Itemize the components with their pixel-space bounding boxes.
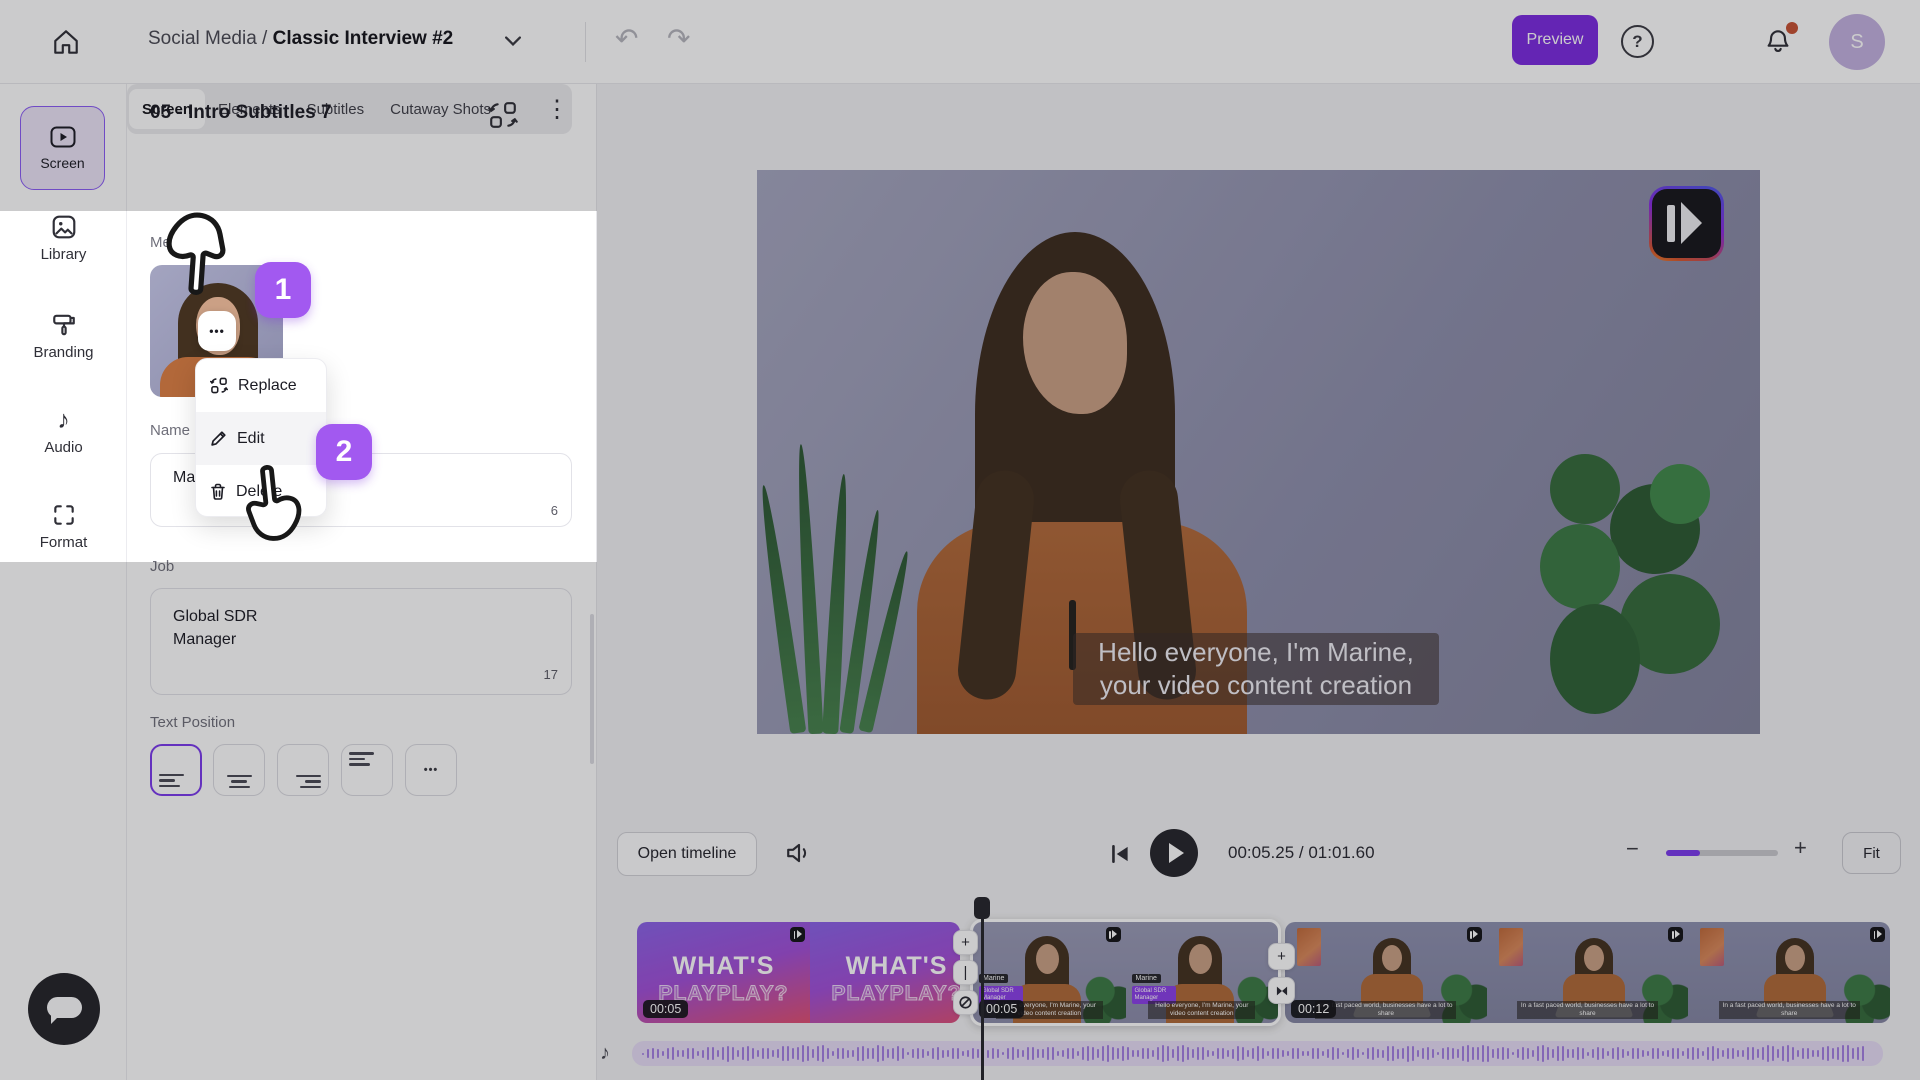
subtitle-line: Hello everyone, I'm Marine, [1098, 636, 1414, 669]
playhead[interactable] [981, 897, 984, 1080]
timeline-clip-intro[interactable]: WHAT'SPLAYPLAY? WHAT'SPLAYPLAY? 00:05 [637, 922, 960, 1023]
tutorial-step-2-badge: 2 [316, 424, 372, 480]
chat-bubble-icon [47, 997, 82, 1018]
menu-item-replace[interactable]: Replace [196, 359, 326, 412]
zoom-out-icon[interactable]: − [1626, 836, 1639, 862]
chevron-down-icon[interactable] [505, 36, 521, 46]
clip-duration-badge: 00:12 [1291, 1000, 1336, 1018]
text-position-bottom-center[interactable] [213, 744, 265, 796]
app-window: Social Media / Classic Interview #2 ↶ ↷ … [0, 0, 1920, 1080]
fit-button[interactable]: Fit [1842, 832, 1901, 874]
sidebar-item-library[interactable]: Library [0, 214, 127, 263]
hand-cursor-click-delete-icon [232, 457, 307, 551]
menu-item-edit[interactable]: Edit [196, 412, 326, 465]
panel-kebab-menu-icon[interactable]: ⋮ [545, 98, 569, 122]
paint-roller-icon [0, 312, 127, 338]
timeline-clip-interview-selected[interactable]: Marine Global SDR Manager Hello everyone… [970, 919, 1281, 1026]
playplay-logo [1649, 186, 1724, 261]
preview-button[interactable]: Preview [1512, 15, 1598, 65]
playplay-badge-icon [790, 927, 805, 942]
name-char-count: 6 [551, 503, 558, 518]
breadcrumb-project[interactable]: Classic Interview #2 [273, 28, 454, 49]
subtitle-line: your video content creation [1100, 669, 1412, 702]
job-input[interactable]: Global SDR Manager 17 [150, 588, 572, 695]
transition-crossfade-button[interactable] [1268, 977, 1295, 1004]
hand-cursor-click-media-icon [161, 204, 239, 303]
plant-right [1530, 444, 1760, 734]
sidebar-item-branding[interactable]: Branding [0, 312, 127, 361]
avatar[interactable]: S [1829, 14, 1885, 70]
media-options-button[interactable]: ••• [198, 311, 236, 351]
redo-icon[interactable]: ↷ [667, 22, 690, 55]
text-position-bottom-right[interactable] [277, 744, 329, 796]
trash-icon [210, 483, 226, 500]
zoom-slider-fill [1666, 850, 1700, 856]
sidebar-item-label: Branding [0, 344, 127, 361]
playplay-badge-icon [1870, 927, 1885, 942]
help-icon[interactable]: ? [1621, 25, 1654, 58]
notification-dot [1786, 22, 1798, 34]
menu-item-label: Edit [237, 430, 265, 448]
playplay-badge-icon [1106, 927, 1121, 942]
timecode: 00:05.25 / 01:01.60 [1228, 843, 1375, 863]
sidebar-item-label: Screen [40, 155, 84, 171]
library-icon [0, 214, 127, 240]
toolbar-divider [585, 22, 586, 62]
open-timeline-button[interactable]: Open timeline [617, 832, 757, 876]
hide-transition-button[interactable] [953, 990, 978, 1015]
home-icon[interactable] [51, 27, 81, 57]
add-screen-button[interactable]: + [953, 930, 978, 955]
clip-duration-badge: 00:05 [979, 1000, 1024, 1018]
text-position-label: Text Position [150, 714, 235, 731]
audio-waveform[interactable] [632, 1041, 1883, 1066]
text-position-more[interactable]: ••• [405, 744, 457, 796]
split-clip-button[interactable]: | [953, 960, 978, 985]
sidebar: Screen Library Branding ♪ Audio Format [0, 84, 127, 1080]
text-position-options: ••• [127, 744, 597, 800]
clip-duration-badge: 00:05 [643, 1000, 688, 1018]
panel-title: 05 - Intro Subtitles 7 [150, 102, 332, 124]
job-label: Job [150, 558, 174, 575]
name-label: Name [150, 422, 190, 439]
text-position-bottom-left[interactable] [150, 744, 202, 796]
playplay-badge-icon [1668, 927, 1683, 942]
video-subtitles: Hello everyone, I'm Marine, your video c… [1073, 633, 1439, 705]
job-value: Global SDR Manager [173, 605, 257, 651]
music-note-icon: ♪ [0, 407, 127, 433]
tutorial-step-1-badge: 1 [255, 262, 311, 318]
plant-left [767, 434, 927, 734]
skip-to-start-icon[interactable] [1108, 842, 1132, 866]
play-button[interactable] [1150, 829, 1198, 877]
sidebar-item-format[interactable]: Format [0, 502, 127, 551]
sidebar-item-audio[interactable]: ♪ Audio [0, 407, 127, 456]
timeline-zoom-slider[interactable] [1666, 850, 1778, 856]
sidebar-item-label: Audio [0, 439, 127, 456]
sidebar-item-label: Library [0, 246, 127, 263]
timeline-clip-desk[interactable]: In a fast paced world, businesses have a… [1285, 922, 1890, 1023]
sidebar-item-label: Format [0, 534, 127, 551]
replace-screen-icon[interactable] [488, 101, 518, 129]
volume-icon[interactable] [785, 840, 813, 866]
breadcrumb-separator: / [257, 28, 273, 49]
breadcrumb-folder[interactable]: Social Media [148, 28, 257, 49]
undo-icon[interactable]: ↶ [615, 22, 638, 55]
audio-track-icon: ♪ [600, 1042, 610, 1065]
format-frame-icon [0, 502, 127, 528]
tab-cutaway-shots[interactable]: Cutaway Shots [377, 89, 504, 129]
zoom-in-icon[interactable]: + [1794, 835, 1807, 861]
add-screen-button[interactable]: + [1268, 943, 1295, 970]
top-bar: Social Media / Classic Interview #2 ↶ ↷ … [0, 0, 1920, 84]
screen-icon [50, 126, 76, 148]
pencil-icon [210, 430, 227, 447]
video-preview[interactable]: Hello everyone, I'm Marine, your video c… [757, 170, 1760, 734]
job-char-count: 17 [544, 667, 558, 682]
panel-scrollbar[interactable] [590, 614, 594, 764]
chat-launcher[interactable] [28, 973, 100, 1045]
playplay-badge-icon [1467, 927, 1482, 942]
replace-icon [210, 377, 228, 394]
text-position-top-left[interactable] [341, 744, 393, 796]
menu-item-label: Replace [238, 377, 297, 395]
sidebar-item-screen[interactable]: Screen [20, 106, 105, 190]
breadcrumb[interactable]: Social Media / Classic Interview #2 [148, 28, 453, 50]
